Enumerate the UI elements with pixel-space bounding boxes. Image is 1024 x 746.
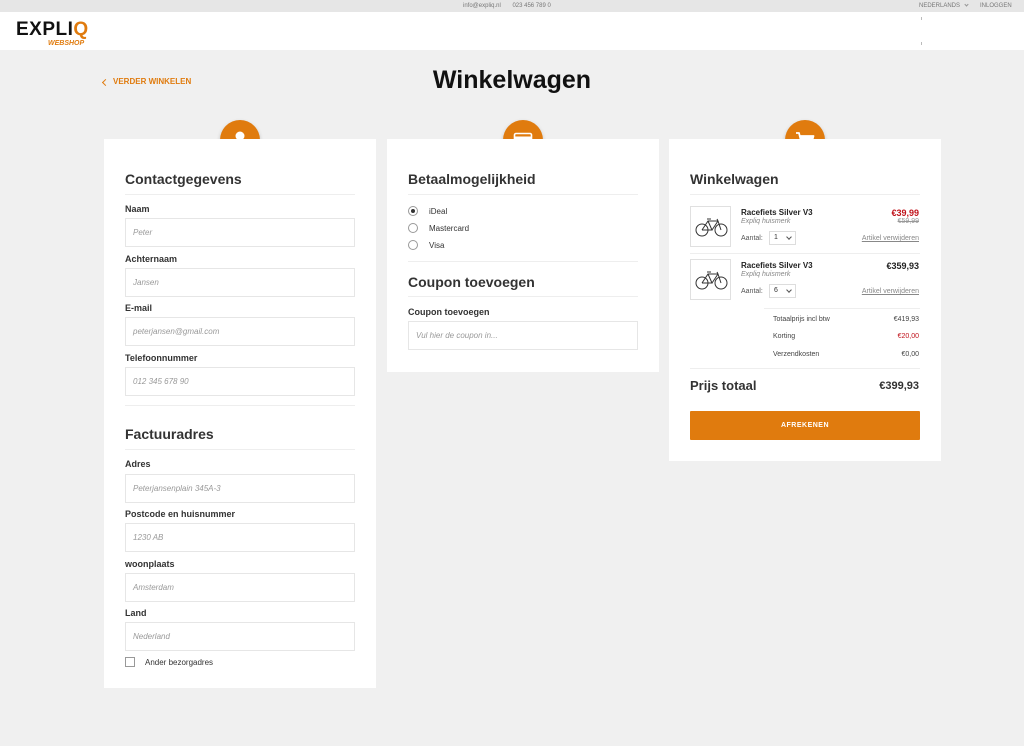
payment-option-label: iDeal xyxy=(429,206,448,216)
address-input[interactable]: Peterjansenplain 345A-3 xyxy=(125,474,355,503)
divider xyxy=(764,308,920,309)
chevron-down-icon xyxy=(786,234,792,240)
other-address-checkbox[interactable] xyxy=(125,657,135,667)
discount-value: €20,00 xyxy=(897,333,919,340)
billing-title: Factuuradres xyxy=(125,426,214,442)
logo-main: EXPLI xyxy=(16,19,74,40)
contact-info: info@expliq.nl 023 456 789 0 xyxy=(463,3,561,9)
chevron-down-icon xyxy=(786,287,792,293)
last-name-input[interactable]: Jansen xyxy=(125,268,355,297)
header-divider xyxy=(921,17,922,20)
product-name[interactable]: Racefiets Silver V3 xyxy=(741,261,813,270)
phone-input[interactable]: 012 345 678 90 xyxy=(125,367,355,396)
city-input[interactable]: Amsterdam xyxy=(125,573,355,602)
contact-email[interactable]: info@expliq.nl xyxy=(463,3,501,9)
first-name-input[interactable]: Peter xyxy=(125,218,355,247)
postcode-input[interactable]: 1230 AB xyxy=(125,523,355,552)
field-label: woonplaats xyxy=(125,559,175,569)
field-label: Postcode en huisnummer xyxy=(125,509,236,519)
logo[interactable]: EXPLIQ WEBSHOP xyxy=(16,19,89,47)
remove-item-link[interactable]: Artikel verwijderen xyxy=(839,288,919,295)
coupon-title: Coupon toevoegen xyxy=(408,274,535,290)
divider xyxy=(690,194,920,195)
other-address-option[interactable]: Ander bezorgadres xyxy=(125,657,213,667)
field-label: Naam xyxy=(125,204,150,214)
email-input[interactable]: peterjansen@gmail.com xyxy=(125,317,355,346)
product-price: €359,93 xyxy=(886,261,919,271)
logo-sub: WEBSHOP xyxy=(48,40,85,47)
product-brand: Expliq huismerk xyxy=(741,271,791,278)
divider xyxy=(125,194,355,195)
product-name[interactable]: Racefiets Silver V3 xyxy=(741,208,813,217)
top-bar: info@expliq.nl 023 456 789 0 NEDERLANDS … xyxy=(0,0,1024,12)
radio-button[interactable] xyxy=(408,240,418,250)
field-label: E-mail xyxy=(125,303,153,313)
payment-option-mastercard[interactable]: Mastercard xyxy=(408,223,469,233)
product-price: €39,99 xyxy=(891,208,919,218)
cart-title: Winkelwagen xyxy=(690,171,779,187)
divider xyxy=(408,194,638,195)
country-input[interactable]: Nederland xyxy=(125,622,355,651)
total-label: Prijs totaal xyxy=(690,378,757,393)
cart-panel: Winkelwagen Racefiets Silver V3 Expliq h… xyxy=(669,139,941,461)
contact-phone[interactable]: 023 456 789 0 xyxy=(512,3,550,9)
field-label: Adres xyxy=(125,459,151,469)
field-label: Telefoonnummer xyxy=(125,353,198,363)
quantity-select[interactable]: 1 xyxy=(769,231,796,245)
coupon-input[interactable]: Vul hier de coupon in... xyxy=(408,321,638,350)
quantity-select[interactable]: 6 xyxy=(769,284,796,298)
site-header: EXPLIQ WEBSHOP xyxy=(0,12,1024,50)
payment-option-label: Visa xyxy=(429,240,445,250)
subtotal-label: Totaalprijs incl btw xyxy=(773,316,830,323)
divider xyxy=(690,253,920,254)
coupon-label: Coupon toevoegen xyxy=(408,307,490,317)
language-label: NEDERLANDS xyxy=(919,3,961,9)
language-selector[interactable]: NEDERLANDS xyxy=(919,2,969,9)
radio-button[interactable] xyxy=(408,206,418,216)
subtotal-value: €419,93 xyxy=(893,316,919,323)
checkout-button[interactable]: AFREKENEN xyxy=(690,411,920,440)
divider xyxy=(125,405,355,406)
contact-title: Contactgegevens xyxy=(125,171,242,187)
logo-accent: Q xyxy=(73,19,89,40)
bicycle-icon xyxy=(695,218,728,237)
login-link[interactable]: INLOGGEN xyxy=(980,3,1012,9)
quantity-value: 1 xyxy=(774,234,778,241)
discount-label: Korting xyxy=(773,333,796,340)
bicycle-icon xyxy=(695,271,728,290)
product-brand: Expliq huismerk xyxy=(741,218,791,225)
field-label: Achternaam xyxy=(125,254,178,264)
quantity-label: Aantal: xyxy=(741,235,763,242)
product-thumbnail[interactable] xyxy=(690,206,731,247)
payment-title: Betaalmogelijkheid xyxy=(408,171,536,187)
quantity-value: 6 xyxy=(774,287,778,294)
payment-option-visa[interactable]: Visa xyxy=(408,240,444,250)
total-value: €399,93 xyxy=(879,380,919,392)
field-label: Land xyxy=(125,608,147,618)
chevron-down-icon xyxy=(964,2,969,7)
remove-item-link[interactable]: Artikel verwijderen xyxy=(839,235,919,242)
quantity-label: Aantal: xyxy=(741,288,763,295)
contact-panel: Contactgegevens Naam Peter Achternaam Ja… xyxy=(104,139,376,688)
divider xyxy=(690,368,920,369)
product-old-price: €59,99 xyxy=(897,218,919,225)
radio-button[interactable] xyxy=(408,223,418,233)
payment-option-ideal[interactable]: iDeal xyxy=(408,206,447,216)
divider xyxy=(408,296,638,297)
header-divider xyxy=(921,42,922,45)
payment-option-label: Mastercard xyxy=(429,223,470,233)
divider xyxy=(125,449,355,450)
shipping-label: Verzendkosten xyxy=(773,351,820,358)
product-thumbnail[interactable] xyxy=(690,259,731,300)
divider xyxy=(408,261,638,262)
other-address-label: Ander bezorgadres xyxy=(145,657,214,667)
shipping-value: €0,00 xyxy=(901,351,919,358)
page-title: Winkelwagen xyxy=(432,66,592,94)
payment-panel: Betaalmogelijkheid iDeal Mastercard Visa… xyxy=(387,139,659,372)
